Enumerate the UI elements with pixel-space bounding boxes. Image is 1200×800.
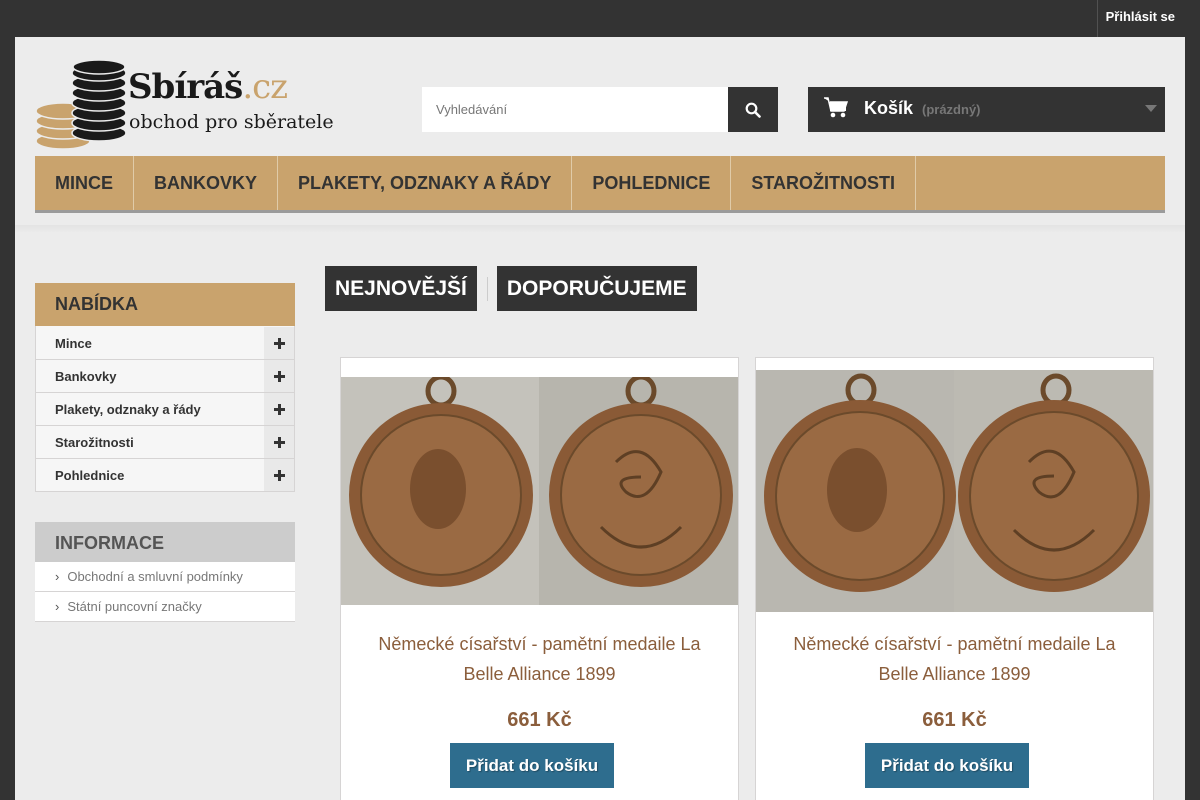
site-logo[interactable]: Sbíráš.cz obchod pro sběratele (35, 59, 334, 149)
menu-item-bankovky[interactable]: BANKOVKY (134, 156, 279, 210)
cart-status: (prázdný) (922, 102, 981, 117)
product-price: 661 Kč (922, 709, 987, 731)
coins-logo-icon (35, 59, 127, 149)
product-name[interactable]: Německé císařství - pamětní medaile La B… (776, 629, 1133, 689)
page-container: Sbíráš.cz obchod pro sběratele Košík (pr… (15, 37, 1185, 800)
medal-photo (756, 370, 1153, 612)
cart-label: Košík (864, 98, 914, 118)
search-input[interactable] (422, 87, 728, 132)
category-label: Plakety, odznaky a řády (55, 402, 201, 417)
product-price: 661 Kč (507, 709, 572, 731)
info-title: INFORMACE (35, 522, 295, 562)
menu-item-mince[interactable]: MINCE (35, 156, 134, 210)
add-to-cart-button[interactable]: Přidat do košíku (865, 743, 1029, 788)
cart-button[interactable]: Košík (prázdný) (808, 87, 1165, 132)
logo-tagline: obchod pro sběratele (129, 111, 334, 133)
tab-separator (486, 276, 488, 301)
header: Sbíráš.cz obchod pro sběratele Košík (pr… (15, 37, 1185, 233)
menu-item-plakety[interactable]: PLAKETY, ODZNAKY A ŘÁDY (278, 156, 573, 210)
product-image[interactable] (756, 370, 1153, 612)
menu-item-starozitnosti[interactable]: STAROŽITNOSTI (731, 156, 917, 210)
category-list: Mince Bankovky Plakety, odznaky a řády S… (35, 326, 295, 492)
info-link-label: Obchodní a smluvní podmínky (67, 569, 243, 584)
cart-icon (824, 97, 848, 118)
sidebar-title: NABÍDKA (35, 283, 295, 326)
search-button[interactable] (728, 87, 778, 132)
expand-icon[interactable] (264, 393, 294, 425)
product-image[interactable] (341, 377, 738, 605)
category-label: Bankovky (55, 369, 117, 384)
expand-icon[interactable] (264, 426, 294, 458)
expand-icon[interactable] (264, 360, 294, 392)
product-tabs: NEJNOVĚJŠÍ DOPORUČUJEME (325, 266, 697, 311)
category-label: Mince (55, 336, 92, 351)
category-item-starozitnosti[interactable]: Starožitnosti (36, 425, 294, 458)
expand-icon[interactable] (264, 327, 294, 359)
product-card: Německé císařství - pamětní medaile La B… (755, 357, 1154, 800)
search-bar (422, 87, 778, 132)
menu-item-pohlednice[interactable]: POHLEDNICE (572, 156, 732, 210)
info-link-terms[interactable]: › Obchodní a smluvní podmínky (35, 562, 295, 592)
info-link-hallmarks[interactable]: › Státní puncovní značky (35, 592, 295, 622)
product-name[interactable]: Německé císařství - pamětní medaile La B… (361, 629, 718, 689)
category-item-pohlednice[interactable]: Pohlednice (36, 458, 294, 491)
top-bar: Přihlásit se (0, 0, 1200, 37)
login-link[interactable]: Přihlásit se (1096, 0, 1185, 37)
info-block: INFORMACE › Obchodní a smluvní podmínky ›… (35, 522, 295, 622)
chevron-right-icon: › (55, 569, 60, 584)
info-link-label: Státní puncovní značky (67, 599, 202, 614)
category-item-mince[interactable]: Mince (36, 326, 294, 359)
header-divider (15, 225, 1185, 233)
product-card: Německé císařství - pamětní medaile La B… (340, 357, 739, 800)
tab-recommended[interactable]: DOPORUČUJEME (496, 266, 697, 311)
category-item-plakety[interactable]: Plakety, odznaky a řády (36, 392, 294, 425)
category-item-bankovky[interactable]: Bankovky (36, 359, 294, 392)
main-menu: MINCE BANKOVKY PLAKETY, ODZNAKY A ŘÁDY P… (35, 156, 1165, 213)
chevron-right-icon: › (55, 599, 60, 614)
search-icon (745, 102, 761, 118)
logo-name: Sbíráš.cz (128, 67, 288, 107)
sidebar-categories: NABÍDKA Mince Bankovky Plakety, odznaky … (35, 283, 295, 492)
category-label: Starožitnosti (55, 435, 134, 450)
category-label: Pohlednice (55, 468, 125, 483)
chevron-down-icon (1145, 105, 1157, 112)
tab-newest[interactable]: NEJNOVĚJŠÍ (325, 266, 477, 311)
add-to-cart-button[interactable]: Přidat do košíku (450, 743, 614, 788)
medal-photo (341, 377, 738, 605)
expand-icon[interactable] (264, 459, 294, 491)
